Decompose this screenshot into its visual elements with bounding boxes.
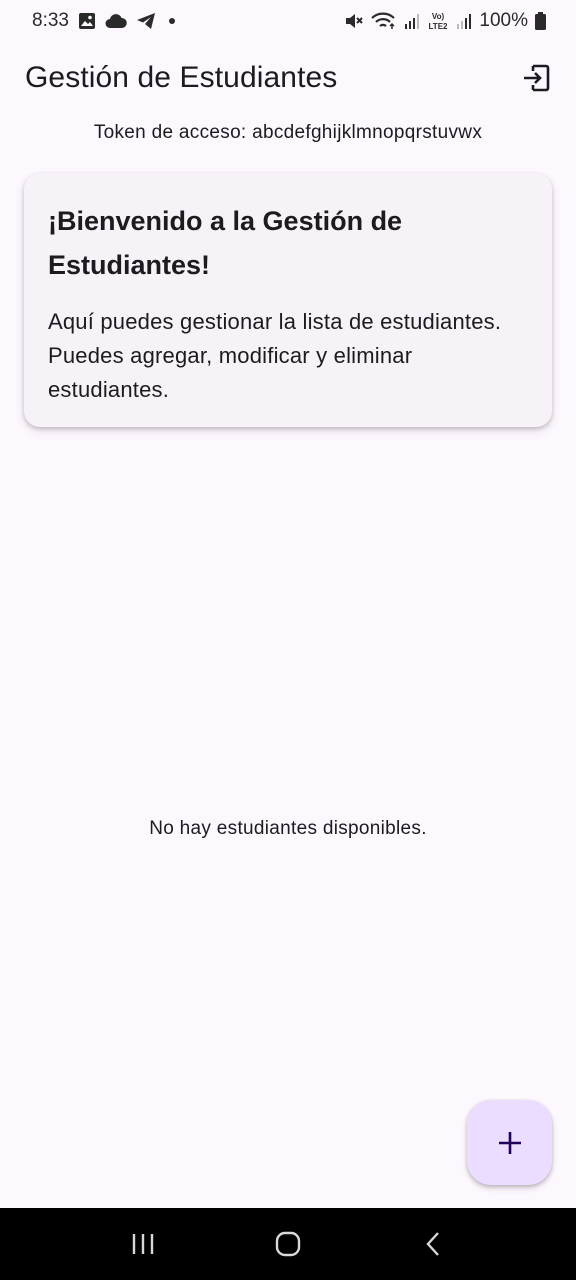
volte-icon: Vo) LTE2: [427, 11, 449, 31]
add-student-button[interactable]: [467, 1100, 552, 1185]
recent-apps-icon: [130, 1232, 156, 1256]
home-button[interactable]: [258, 1214, 318, 1274]
page-title: Gestión de Estudiantes: [25, 61, 338, 94]
signal-icon: [456, 13, 472, 29]
signal-icon: [404, 13, 420, 29]
welcome-card: ¡Bienvenido a la Gestión de Estudiantes!…: [24, 173, 552, 427]
battery-percent: 100%: [479, 10, 528, 31]
image-icon: [78, 12, 96, 30]
recent-apps-button[interactable]: [113, 1214, 173, 1274]
logout-icon: [521, 63, 551, 93]
access-token-text: Token de acceso: abcdefghijklmnopqrstuvw…: [93, 122, 483, 143]
status-bar: 8:33 Vo) LTE2 100%: [0, 0, 576, 42]
mute-icon: [344, 12, 364, 30]
dot-icon: [168, 18, 175, 24]
logout-button[interactable]: [516, 58, 556, 98]
back-button[interactable]: [403, 1214, 463, 1274]
clock: 8:33: [32, 10, 69, 31]
telegram-icon: [136, 12, 156, 30]
empty-state-message: No hay estudiantes disponibles.: [149, 818, 427, 839]
svg-text:Vo): Vo): [432, 12, 445, 21]
status-bar-left: 8:33: [32, 10, 175, 32]
svg-text:LTE2: LTE2: [429, 22, 449, 31]
welcome-card-body: Aquí puedes gestionar la lista de estudi…: [48, 309, 502, 402]
status-bar-right: Vo) LTE2 100%: [344, 10, 546, 32]
add-icon: [497, 1130, 523, 1156]
wifi-icon: [371, 12, 397, 30]
back-icon: [423, 1230, 443, 1258]
app-bar: Gestión de Estudiantes: [0, 42, 576, 114]
cloud-icon: [105, 13, 127, 29]
system-nav-bar: [0, 1208, 576, 1280]
home-icon: [274, 1230, 302, 1258]
battery-icon: [535, 12, 546, 30]
welcome-card-title: ¡Bienvenido a la Gestión de Estudiantes!: [48, 206, 403, 280]
